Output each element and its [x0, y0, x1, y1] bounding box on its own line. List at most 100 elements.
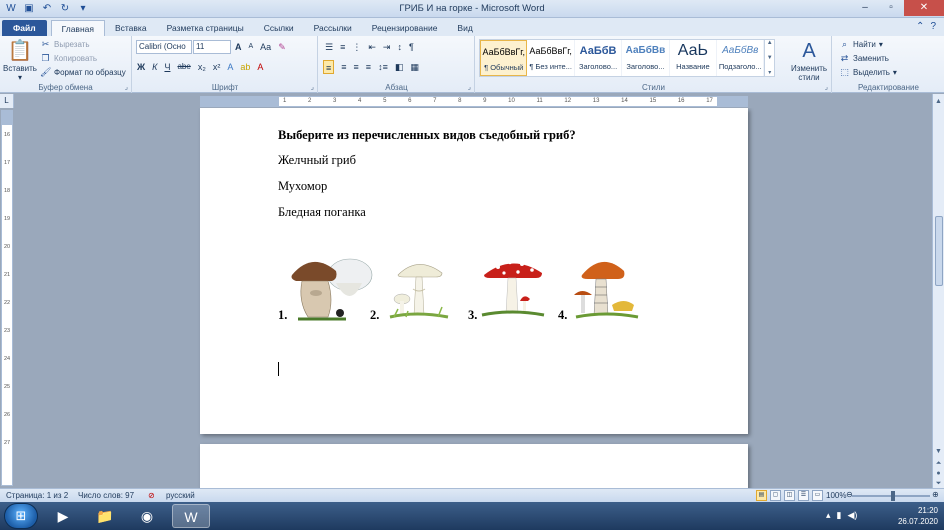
vertical-ruler[interactable]: 16 17 18 19 20 21 22 23 24 25 26 27	[1, 110, 13, 486]
tab-references[interactable]: Ссылки	[254, 20, 304, 36]
clipboard-launcher-icon[interactable]: ⌟	[125, 83, 128, 91]
change-case-button[interactable]: Aa	[260, 40, 271, 54]
tab-file[interactable]: Файл	[2, 20, 47, 36]
tab-selector[interactable]: L	[0, 94, 14, 108]
tab-page-layout[interactable]: Разметка страницы	[157, 20, 254, 36]
tab-mailings[interactable]: Рассылки	[304, 20, 362, 36]
style-heading-2[interactable]: АаБбВв Заголово...	[622, 40, 670, 76]
styles-scroll-down-icon[interactable]: ▼	[765, 55, 774, 61]
help-icon[interactable]: ?	[930, 21, 936, 32]
highlight-icon[interactable]: ab	[240, 60, 250, 74]
styles-more-icon[interactable]: ▾	[765, 69, 774, 76]
horizontal-ruler[interactable]: 1 2 3 4 5 6 7 8 9 10 11 12 13 14 15 16 1…	[200, 96, 748, 107]
line-spacing-icon[interactable]: ↕≡	[378, 60, 388, 74]
pilcrow-icon[interactable]: ¶	[409, 40, 414, 54]
sort-icon[interactable]: ↕	[397, 40, 402, 54]
copy-button[interactable]: ❐ Копировать	[40, 52, 97, 65]
format-painter-button[interactable]: 🖌 Формат по образцу	[40, 66, 126, 79]
clear-format-icon[interactable]: ✎	[278, 40, 286, 54]
language-indicator[interactable]: русский	[166, 491, 195, 500]
replace-button[interactable]: ⇄ Заменить	[839, 52, 889, 65]
cut-button[interactable]: ✂ Вырезать	[40, 38, 90, 51]
start-button[interactable]: ⊞	[4, 503, 38, 529]
answer-1[interactable]: Желчный гриб	[278, 153, 356, 168]
increase-indent-icon[interactable]: ⇥	[383, 40, 391, 54]
file-explorer-icon[interactable]: 📁	[86, 504, 124, 528]
tray-arrow-icon[interactable]: ▴	[826, 510, 831, 521]
ribbon-minimize-icon[interactable]: ⌃	[916, 21, 924, 32]
zoom-level[interactable]: 100%	[826, 491, 846, 500]
style-normal[interactable]: АаБбВвГг, ¶ Обычный	[480, 40, 528, 76]
select-button[interactable]: ⬚ Выделить ▾	[839, 66, 897, 79]
align-center-icon[interactable]: ≡	[341, 60, 346, 74]
answer-2[interactable]: Мухомор	[278, 179, 327, 194]
proofing-icon[interactable]: ⊘	[148, 491, 155, 500]
align-right-icon[interactable]: ≡	[354, 60, 359, 74]
media-player-icon[interactable]: ▶	[44, 504, 82, 528]
close-icon[interactable]: ✕	[904, 0, 944, 16]
shading-icon[interactable]: ◧	[395, 60, 404, 74]
change-styles-button[interactable]: A Изменить стили	[788, 38, 830, 82]
mushroom-image-death-cap[interactable]	[386, 253, 452, 323]
shrink-font-button[interactable]: A	[249, 40, 254, 54]
zoom-in-icon[interactable]: ⊕	[932, 490, 939, 499]
paste-button[interactable]: 📋 Вставить ▾	[2, 38, 38, 82]
word-taskbar-icon[interactable]: W	[172, 504, 210, 528]
clock[interactable]: 21:20 26.07.2020	[898, 505, 938, 527]
borders-icon[interactable]: ▦	[410, 60, 419, 74]
justify-icon[interactable]: ≡	[366, 60, 371, 74]
style-no-spacing[interactable]: АаБбВвГг, ¶ Без инте...	[527, 40, 575, 76]
style-heading-1[interactable]: АаБбВ Заголово...	[575, 40, 623, 76]
italic-button[interactable]: К	[152, 60, 157, 74]
font-color-icon[interactable]: A	[257, 60, 263, 74]
scroll-up-icon[interactable]: ▲	[933, 96, 944, 107]
paragraph-launcher-icon[interactable]: ⌟	[468, 83, 471, 91]
volume-icon[interactable]: ◀)	[847, 510, 857, 521]
vertical-scrollbar[interactable]: ▲ ▼ ⏶ ● ⏷	[932, 94, 944, 488]
page-2[interactable]	[200, 444, 748, 488]
print-layout-view-icon[interactable]: ▤	[756, 490, 767, 501]
mushroom-image-porcini[interactable]	[288, 253, 374, 323]
document-area[interactable]: Выберите из перечисленных видов съедобны…	[14, 108, 932, 488]
tab-insert[interactable]: Вставка	[105, 20, 157, 36]
page-1[interactable]: Выберите из перечисленных видов съедобны…	[200, 108, 748, 434]
multilevel-list-icon[interactable]: ⋮	[352, 40, 361, 54]
bold-button[interactable]: Ж	[137, 60, 145, 74]
grow-font-button[interactable]: A	[235, 40, 242, 54]
subscript-button[interactable]: x₂	[198, 60, 206, 74]
styles-scroll-up-icon[interactable]: ▲	[765, 40, 774, 46]
decrease-indent-icon[interactable]: ⇤	[368, 40, 376, 54]
word-count[interactable]: Число слов: 97	[78, 491, 134, 500]
text-effects-icon[interactable]: A	[227, 60, 233, 74]
tab-home[interactable]: Главная	[50, 20, 105, 36]
web-layout-view-icon[interactable]: ◫	[784, 490, 795, 501]
tab-view[interactable]: Вид	[447, 20, 482, 36]
style-subtitle[interactable]: АаБбВв Подзаголо...	[717, 40, 765, 76]
chrome-icon[interactable]: ◉	[128, 504, 166, 528]
strikethrough-button[interactable]: abe	[177, 60, 190, 74]
styles-launcher-icon[interactable]: ⌟	[825, 83, 828, 91]
style-title[interactable]: АаЬ Название	[670, 40, 718, 76]
find-button[interactable]: ⌕ Найти ▾	[839, 38, 883, 51]
numbering-icon[interactable]: ≡	[340, 40, 345, 54]
draft-view-icon[interactable]: ▭	[812, 490, 823, 501]
font-launcher-icon[interactable]: ⌟	[311, 83, 314, 91]
answer-3[interactable]: Бледная поганка	[278, 205, 366, 220]
zoom-slider-thumb[interactable]	[891, 491, 895, 501]
scroll-thumb[interactable]	[935, 216, 943, 286]
network-icon[interactable]: ▮	[837, 510, 842, 521]
align-left-icon[interactable]: ≡	[323, 60, 335, 74]
superscript-button[interactable]: x²	[213, 60, 221, 74]
outline-view-icon[interactable]: ☰	[798, 490, 809, 501]
bullets-icon[interactable]: ☰	[325, 40, 333, 54]
question-text[interactable]: Выберите из перечисленных видов съедобны…	[278, 128, 576, 143]
mushroom-image-fly-agaric[interactable]	[478, 253, 548, 323]
mushroom-image-aspen-bolete[interactable]	[572, 253, 640, 323]
full-screen-view-icon[interactable]: ▢	[770, 490, 781, 501]
minimize-icon[interactable]: –	[852, 0, 878, 16]
maximize-icon[interactable]: ▫	[878, 0, 904, 16]
underline-button[interactable]: Ч	[164, 60, 170, 74]
page-count[interactable]: Страница: 1 из 2	[6, 491, 68, 500]
tab-review[interactable]: Рецензирование	[362, 20, 448, 36]
font-size-input[interactable]: 11	[193, 40, 231, 54]
